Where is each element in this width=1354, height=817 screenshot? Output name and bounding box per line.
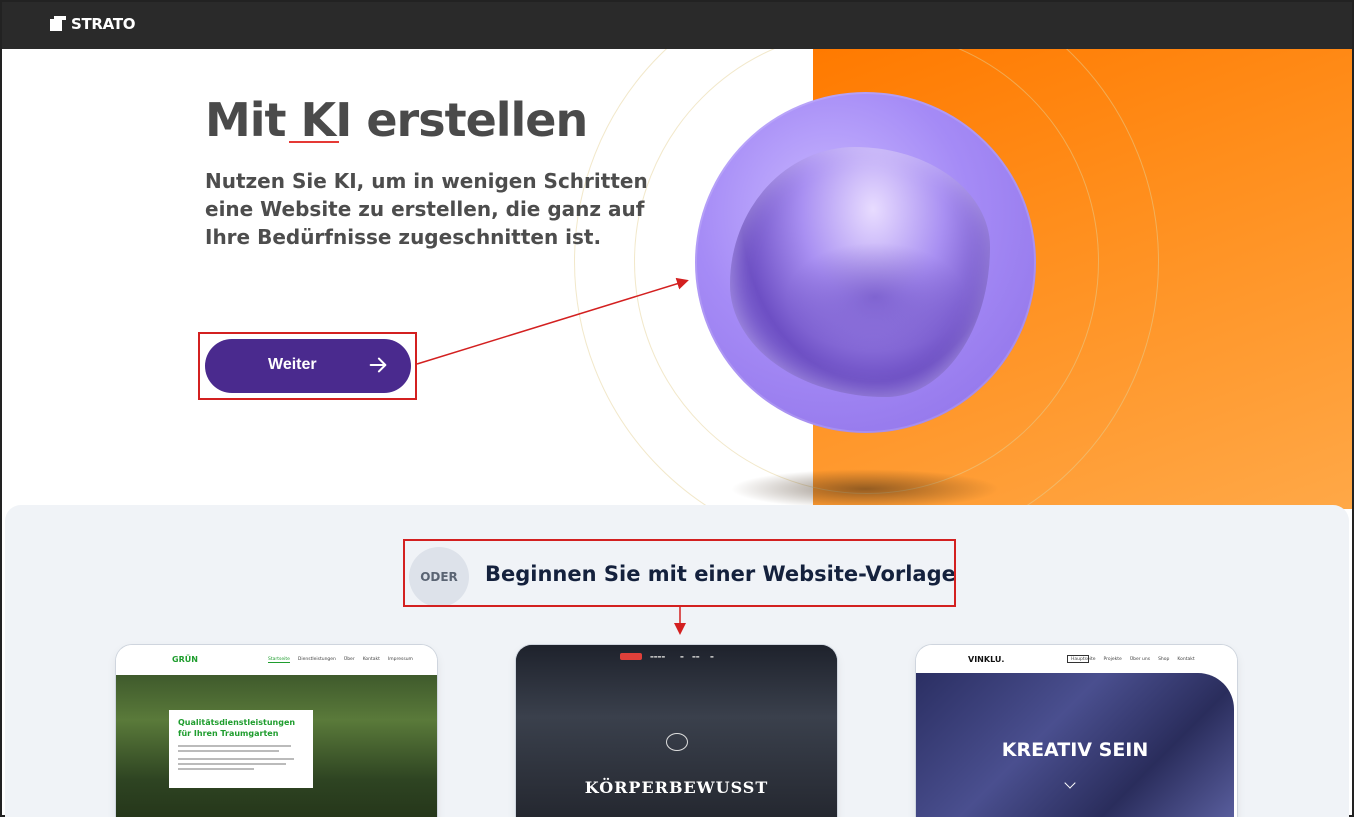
template-nav-link: Über uns <box>1129 657 1151 662</box>
annotation-box-template-title <box>403 539 956 607</box>
ai-orb-illustration <box>695 92 1036 433</box>
strato-logo[interactable]: STRATO <box>50 15 136 33</box>
template-nav-links: Startseite Dienstleistungen Über Kontakt… <box>268 657 413 663</box>
template-textbox: Qualitätsdienstleistungen für Ihren Trau… <box>169 710 313 788</box>
orb-blob-shade <box>785 242 965 352</box>
running-club-emblem <box>666 733 688 751</box>
template-nav-link: Projekte <box>1103 657 1122 662</box>
template-nav-link: Startseite <box>268 657 290 663</box>
template-headline: KÖRPERBEWUSST <box>584 778 769 797</box>
template-nav-link: Über <box>343 657 355 662</box>
hero-title: Mit KI erstellen <box>205 93 588 147</box>
template-brand: GRÜN <box>172 655 198 664</box>
brand-name: STRATO <box>71 15 136 33</box>
template-headline: KREATIV SEIN <box>1001 739 1149 761</box>
template-nav-link: Kontakt <box>1177 657 1195 662</box>
template-nav-link: Shop <box>1158 657 1170 662</box>
template-nav: GRÜN Startseite Dienstleistungen Über Ko… <box>116 645 437 675</box>
template-nav-active <box>620 653 642 660</box>
template-card-vinklu[interactable]: VINKLU. Hauptseite Projekte Über uns Sho… <box>916 645 1237 817</box>
template-nav-link: Impressum <box>387 657 413 662</box>
template-card-gruen[interactable]: GRÜN Startseite Dienstleistungen Über Ko… <box>116 645 437 817</box>
template-nav-link: Dienstleistungen <box>297 657 336 662</box>
template-brand: VINKLU. <box>968 655 1005 664</box>
template-nav-link: Kontakt <box>362 657 380 662</box>
annotation-box-weiter <box>198 332 417 400</box>
top-bar: STRATO <box>2 2 1352 49</box>
strato-logo-icon <box>50 16 66 32</box>
hero-subtitle: Nutzen Sie KI, um in wenigen Schritten e… <box>205 169 648 249</box>
template-headline: Qualitätsdienstleistungen für Ihren Trau… <box>178 718 296 738</box>
template-card-koerperbewusst[interactable]: ▬▬▬▬ ▬ ▬▬ ▬ KÖRPERBEWUSST <box>516 645 837 817</box>
orb-shadow <box>730 469 1000 509</box>
hero-section: Mit KI erstellen Nutzen Sie KI, um in we… <box>2 49 1352 509</box>
template-nav-links: Hauptseite Projekte Über uns Shop Kontak… <box>1071 657 1195 662</box>
template-nav-active <box>1067 655 1089 663</box>
ki-underline <box>289 141 339 143</box>
